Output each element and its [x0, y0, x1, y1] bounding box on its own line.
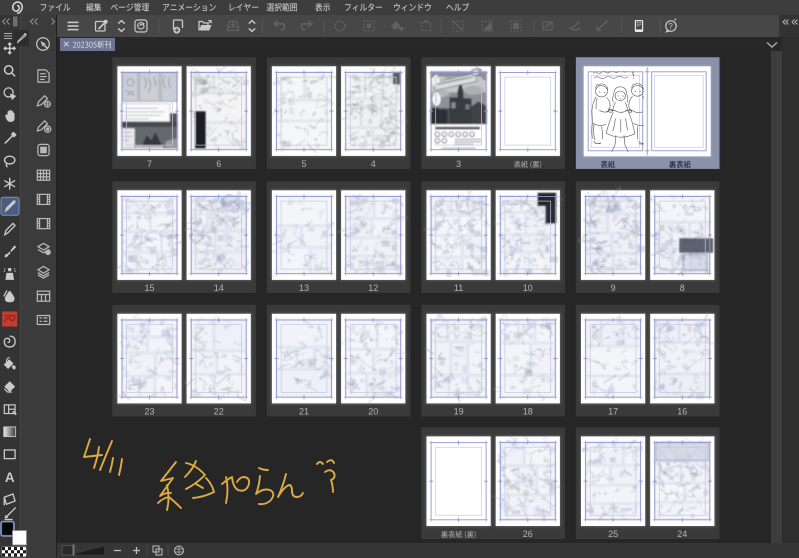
svg-text:25: 25	[608, 529, 618, 539]
svg-text:3: 3	[456, 159, 461, 169]
svg-text:20: 20	[368, 407, 378, 417]
svg-text:15: 15	[144, 283, 154, 293]
svg-text:17: 17	[608, 407, 618, 417]
svg-text:4: 4	[371, 159, 376, 169]
svg-text:11: 11	[454, 283, 463, 293]
svg-text:23: 23	[144, 407, 154, 417]
svg-text:8: 8	[680, 283, 685, 293]
svg-text:10: 10	[523, 283, 533, 293]
svg-text:?: ?	[668, 22, 673, 31]
svg-text:24: 24	[677, 529, 687, 539]
svg-text:19: 19	[454, 407, 464, 417]
svg-text:18: 18	[523, 407, 533, 417]
svg-text:A: A	[5, 470, 15, 485]
svg-text:5: 5	[301, 159, 306, 169]
svg-text:7: 7	[147, 159, 152, 169]
svg-text:22: 22	[214, 407, 224, 417]
svg-text:12: 12	[368, 283, 378, 293]
svg-text:6: 6	[216, 159, 221, 169]
svg-text:26: 26	[523, 529, 533, 539]
svg-text:14: 14	[214, 283, 224, 293]
svg-text:9: 9	[611, 283, 616, 293]
svg-text:16: 16	[677, 407, 687, 417]
svg-text:21: 21	[299, 407, 309, 417]
svg-text:13: 13	[299, 283, 309, 293]
